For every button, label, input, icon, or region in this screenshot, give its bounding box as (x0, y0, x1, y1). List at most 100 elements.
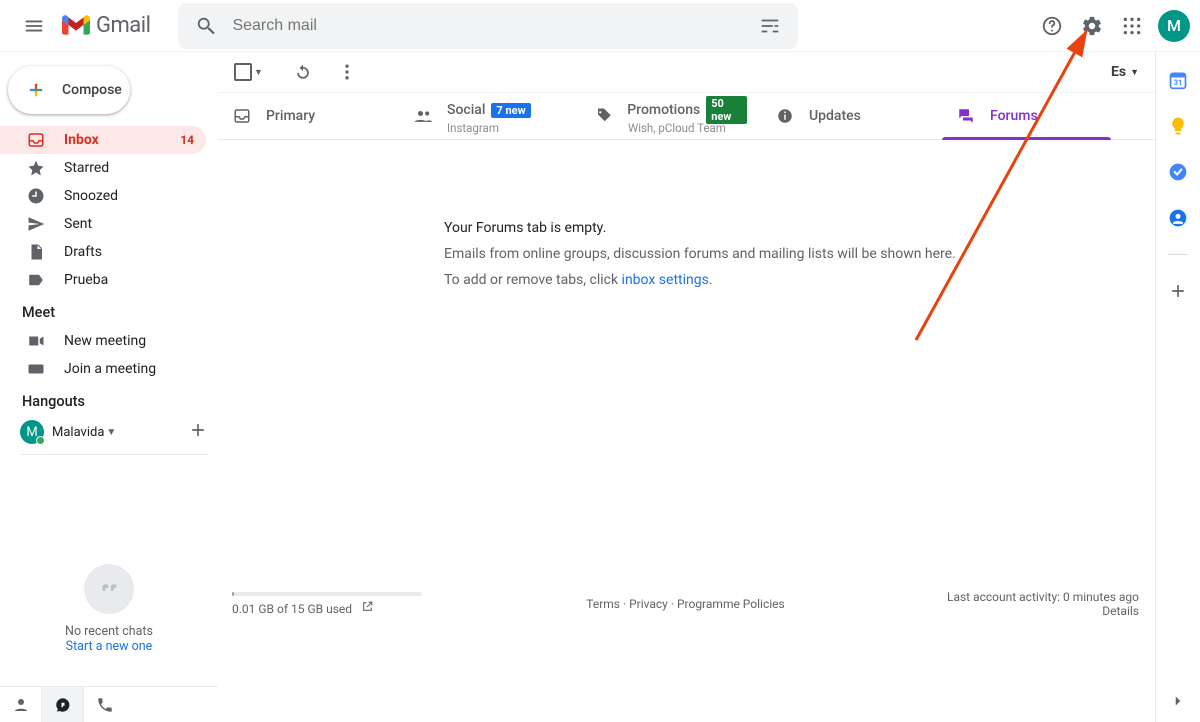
divider (1168, 254, 1188, 255)
forum-icon (956, 106, 976, 126)
compose-button[interactable]: Compose (8, 66, 130, 114)
empty-state: Your Forums tab is empty. Emails from on… (218, 140, 1155, 298)
footer-terms-link[interactable]: Terms (586, 597, 620, 611)
star-icon (26, 158, 46, 178)
footer-privacy-link[interactable]: Privacy (629, 597, 668, 611)
sidebar-item-snoozed[interactable]: Snoozed (0, 182, 206, 210)
svg-text:31: 31 (1174, 78, 1183, 87)
social-badge: 7 new (491, 103, 530, 118)
left-sidebar: Compose Inbox 14 Starred Snoozed Sent Dr… (0, 52, 218, 722)
tab-promotions[interactable]: Promotions 50 new Wish, pCloud Team (580, 93, 761, 139)
tab-updates[interactable]: Updates (761, 93, 942, 139)
tab-label: Primary (266, 108, 315, 124)
sidebar-item-inbox[interactable]: Inbox 14 (0, 126, 206, 154)
sidebar-item-starred[interactable]: Starred (0, 154, 206, 182)
search-bar[interactable] (178, 3, 798, 49)
tab-label: Forums (990, 108, 1038, 124)
sidebar-item-label: Drafts (64, 244, 102, 260)
search-input[interactable] (228, 17, 748, 35)
details-link[interactable]: Details (1102, 604, 1139, 618)
no-chats-panel: No recent chats Start a new one (0, 564, 218, 686)
main-menu-button[interactable] (14, 6, 54, 46)
hangouts-section-title: Hangouts (0, 383, 218, 416)
inbox-icon (26, 130, 46, 150)
tab-label: Social (447, 102, 485, 118)
tune-icon (759, 15, 781, 37)
empty-line3: To add or remove tabs, click inbox setti… (444, 272, 1155, 288)
sidebar-item-new-meeting[interactable]: New meeting (0, 327, 206, 355)
contacts-addon[interactable] (1168, 208, 1188, 228)
hangouts-tab-contacts[interactable] (0, 687, 42, 722)
sidebar-item-join-meeting[interactable]: Join a meeting (0, 355, 206, 383)
footer: 0.01 GB of 15 GB used Terms · Privacy · … (232, 590, 1139, 618)
storage-text: 0.01 GB of 15 GB used (232, 602, 352, 616)
no-chats-text: No recent chats (0, 624, 218, 639)
keyboard-icon (26, 359, 46, 379)
input-tools-button[interactable]: Es ▼ (1111, 64, 1139, 80)
person-icon (12, 696, 30, 714)
gmail-logo[interactable]: Gmail (62, 13, 150, 38)
phone-icon (96, 696, 114, 714)
clock-icon (26, 186, 46, 206)
divider (20, 454, 208, 455)
search-button[interactable] (184, 4, 228, 48)
chevron-right-icon (1169, 692, 1187, 710)
tab-primary[interactable]: Primary (218, 93, 399, 139)
footer-policies-link[interactable]: Programme Policies (677, 597, 785, 611)
keep-addon[interactable] (1168, 116, 1188, 136)
search-icon (195, 15, 217, 37)
last-activity-text: Last account activity: 0 minutes ago (947, 590, 1139, 604)
promotions-badge: 50 new (706, 96, 747, 124)
inbox-settings-link[interactable]: inbox settings (622, 272, 709, 288)
sidebar-item-label: Prueba (64, 272, 108, 288)
account-avatar[interactable]: M (1158, 10, 1190, 42)
get-addons-button[interactable] (1168, 281, 1188, 301)
sidebar-item-prueba[interactable]: Prueba (0, 266, 206, 294)
settings-button[interactable] (1072, 6, 1112, 46)
tab-label: Promotions (627, 102, 700, 118)
hangouts-user-row[interactable]: M Malavida ▼ (0, 416, 218, 448)
compose-label: Compose (62, 82, 122, 98)
refresh-button[interactable] (285, 54, 321, 90)
caret-down-icon: ▼ (254, 67, 263, 78)
hangouts-tab-chats[interactable] (42, 687, 84, 722)
hangouts-avatar: M (20, 420, 44, 444)
calendar-icon: 31 (1168, 70, 1188, 90)
main-content: ▼ Es ▼ Primary Social 7 new (218, 52, 1155, 722)
chat-bubble-icon (54, 696, 72, 714)
tag-icon (594, 106, 613, 126)
sidebar-item-label: New meeting (64, 333, 146, 349)
more-button[interactable] (329, 54, 365, 90)
external-link-icon[interactable] (361, 602, 374, 616)
collapse-panel-button[interactable] (1169, 692, 1187, 714)
tasks-addon[interactable] (1168, 162, 1188, 182)
start-new-chat-link[interactable]: Start a new one (66, 639, 153, 654)
sidebar-item-label: Inbox (64, 132, 99, 148)
inbox-count: 14 (180, 133, 194, 147)
tab-social[interactable]: Social 7 new Instagram (399, 93, 580, 139)
videocam-icon (26, 331, 46, 351)
hangouts-new-conversation[interactable] (188, 420, 208, 444)
select-all-checkbox[interactable]: ▼ (234, 63, 263, 81)
sidebar-item-drafts[interactable]: Drafts (0, 238, 206, 266)
support-button[interactable] (1032, 6, 1072, 46)
compose-plus-icon (22, 76, 50, 104)
inbox-icon (232, 106, 252, 126)
search-options-button[interactable] (748, 4, 792, 48)
caret-down-icon: ▼ (1130, 67, 1139, 78)
sidebar-item-sent[interactable]: Sent (0, 210, 206, 238)
apps-grid-icon (1122, 16, 1142, 36)
calendar-addon[interactable]: 31 (1168, 70, 1188, 90)
send-icon (26, 214, 46, 234)
quote-bubble-icon (84, 564, 134, 614)
apps-button[interactable] (1112, 6, 1152, 46)
empty-line1: Your Forums tab is empty. (444, 220, 1155, 236)
sidebar-item-label: Starred (64, 160, 109, 176)
help-icon (1041, 15, 1063, 37)
sidebar-item-label: Snoozed (64, 188, 118, 204)
gear-icon (1081, 15, 1103, 37)
tab-forums[interactable]: Forums (942, 93, 1123, 139)
checkbox-icon (234, 63, 252, 81)
hangouts-tab-calls[interactable] (84, 687, 126, 722)
people-icon (413, 106, 433, 126)
